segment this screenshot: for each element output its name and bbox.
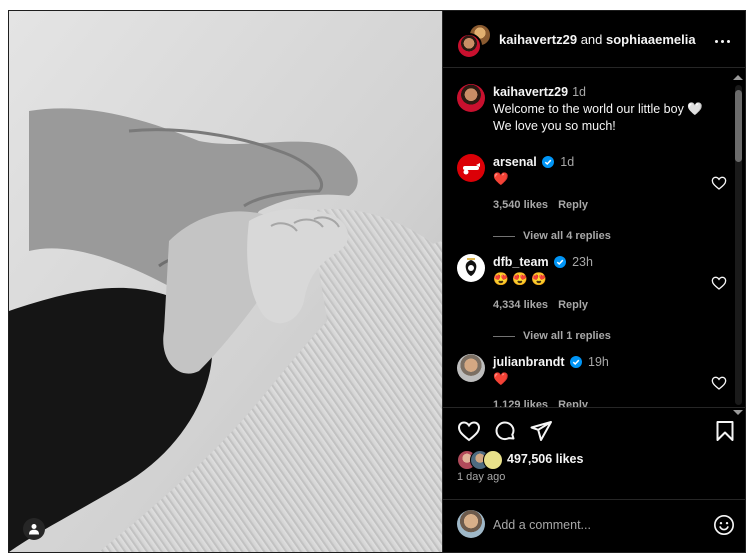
post-date[interactable]: 1 day ago (457, 471, 505, 483)
arsenal-cannon-icon (463, 163, 480, 175)
view-replies-label: View all 4 replies (523, 230, 611, 242)
liker-avatar[interactable] (483, 450, 503, 470)
view-replies-label: View all 1 replies (523, 330, 611, 342)
commenter-avatar[interactable] (457, 154, 485, 182)
comment-composer (457, 508, 737, 540)
verified-badge-icon (554, 256, 567, 268)
heart-outline-icon[interactable] (457, 419, 481, 443)
user-tag-button[interactable] (23, 518, 45, 540)
comment-time[interactable]: 1d (560, 155, 574, 169)
commenter-avatar[interactable] (457, 354, 485, 382)
verified-badge-icon (570, 356, 583, 368)
comment-text: ❤️ (493, 372, 509, 386)
scroll-thumb[interactable] (735, 90, 742, 162)
comment-like-heart-icon[interactable] (711, 175, 727, 191)
post-header: kaihavertz29 and sophiaaemelia (443, 11, 745, 68)
commenter-username[interactable]: julianbrandt (493, 355, 565, 369)
scroll-up-arrow-icon[interactable] (733, 75, 743, 80)
reply-button[interactable]: Reply (558, 199, 588, 211)
reply-button[interactable]: Reply (558, 299, 588, 311)
post-photo[interactable] (9, 11, 442, 552)
view-replies-button[interactable]: View all 1 replies (493, 330, 611, 342)
comments-scrollbar[interactable] (733, 75, 744, 415)
comment-time[interactable]: 23h (572, 255, 593, 269)
author-avatar[interactable] (456, 33, 482, 59)
more-options-button[interactable] (712, 29, 732, 49)
verified-badge-icon (542, 156, 555, 168)
comment-like-heart-icon[interactable] (711, 275, 727, 291)
comment-likes[interactable]: 4,334 likes (493, 299, 548, 311)
smiley-icon[interactable] (713, 514, 735, 536)
comment-text: ❤️ (493, 172, 509, 186)
comment-like-heart-icon[interactable] (711, 375, 727, 391)
comment-likes[interactable]: 3,540 likes (493, 199, 548, 211)
user-tag-icon (29, 524, 39, 535)
add-comment-input[interactable] (491, 513, 695, 537)
coauthor-joiner: and (580, 31, 603, 47)
commenter-username[interactable]: arsenal (493, 155, 537, 169)
author-username[interactable]: kaihavertz29 (499, 32, 577, 47)
caption-text: Welcome to the world our little boy 🤍 We… (493, 102, 703, 133)
dfb-crest-icon (465, 258, 477, 276)
current-user-avatar (457, 510, 485, 538)
liked-by-avatars[interactable] (457, 449, 503, 470)
scroll-down-arrow-icon[interactable] (733, 410, 743, 415)
post-actions (457, 419, 737, 445)
commenter-avatar[interactable] (457, 254, 485, 282)
more-horizontal-icon (713, 30, 731, 48)
photo-illustration (9, 11, 442, 552)
comment-text: 😍 😍 😍 (493, 272, 547, 286)
likes-summary: 497,506 likes (457, 449, 583, 470)
comment-time[interactable]: 19h (588, 355, 609, 369)
paper-plane-icon[interactable] (529, 419, 553, 443)
post-modal: kaihavertz29 and sophiaaemelia kaihavert… (8, 10, 746, 553)
view-replies-button[interactable]: View all 4 replies (493, 230, 611, 242)
caption-avatar[interactable] (457, 84, 485, 112)
caption-time[interactable]: 1d (572, 85, 586, 99)
comment-likes[interactable]: 1,129 likes (493, 399, 548, 407)
bookmark-icon[interactable] (713, 419, 737, 443)
commenter-username[interactable]: dfb_team (493, 255, 549, 269)
post-side-panel: kaihavertz29 and sophiaaemelia kaihavert… (442, 11, 745, 552)
comments-list: kaihavertz29 1d Welcome to the world our … (443, 68, 745, 407)
reply-button[interactable]: Reply (558, 399, 588, 407)
likes-count[interactable]: 497,506 likes (507, 452, 583, 466)
coauthor-avatars[interactable] (456, 23, 492, 59)
coauthor-username[interactable]: sophiaaemelia (606, 32, 696, 47)
post-authors: kaihavertz29 and sophiaaemelia (499, 32, 696, 47)
caption-username[interactable]: kaihavertz29 (493, 85, 568, 99)
comment-bubble-icon[interactable] (493, 419, 517, 443)
